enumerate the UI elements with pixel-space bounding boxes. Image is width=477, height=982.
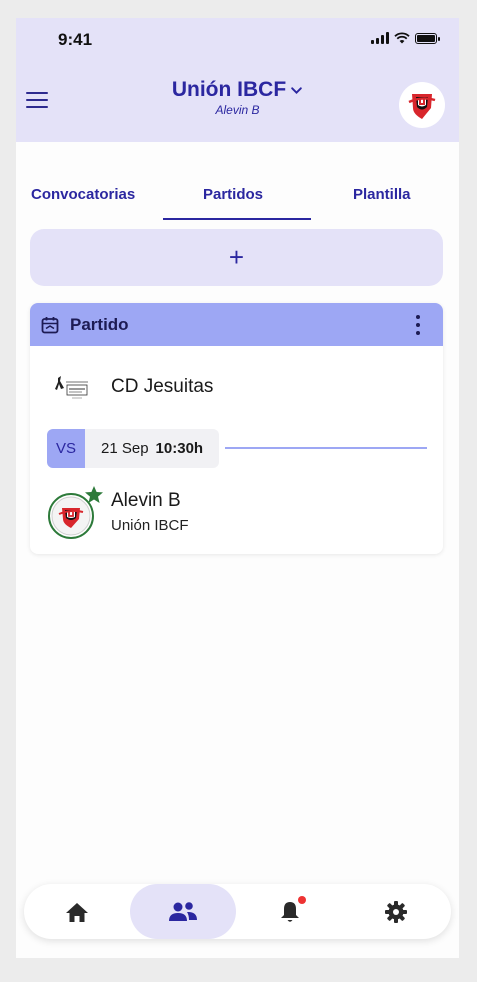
team-subtitle: Alevin B bbox=[215, 103, 260, 117]
team-name: Unión IBCF bbox=[171, 78, 287, 101]
bell-icon bbox=[281, 901, 299, 922]
signal-icon bbox=[371, 32, 389, 44]
home-team: Alevin B Unión IBCF bbox=[46, 486, 426, 545]
favorite-star-icon bbox=[85, 486, 103, 503]
match-time: 10:30h bbox=[155, 439, 204, 457]
phone-screen: 9:41 Unión IBCF Alevin B Convocatorias P… bbox=[16, 18, 459, 958]
match-datetime-row: VS 21 Sep 10:30h bbox=[47, 428, 427, 468]
more-options-icon[interactable] bbox=[415, 315, 421, 335]
tab-plantilla[interactable]: Plantilla bbox=[353, 186, 411, 203]
tab-bar: Convocatorias Partidos Plantilla bbox=[16, 180, 459, 222]
club-avatar[interactable] bbox=[399, 82, 445, 128]
vs-badge: VS bbox=[47, 428, 85, 468]
status-icons bbox=[371, 32, 440, 44]
add-match-button[interactable]: + bbox=[30, 229, 443, 286]
home-icon bbox=[66, 902, 88, 922]
home-club-name: Unión IBCF bbox=[111, 517, 189, 534]
match-card-header: Partido bbox=[30, 303, 443, 346]
nav-home[interactable] bbox=[24, 884, 130, 939]
home-team-name: Alevin B bbox=[111, 490, 181, 511]
match-datetime: 21 Sep 10:30h bbox=[85, 428, 220, 468]
chevron-down-icon bbox=[291, 86, 302, 94]
app-header: 9:41 Unión IBCF Alevin B bbox=[16, 18, 459, 142]
calendar-icon bbox=[41, 316, 59, 333]
bottom-navigation bbox=[24, 884, 451, 939]
tab-partidos[interactable]: Partidos bbox=[203, 186, 263, 203]
nav-settings[interactable] bbox=[343, 884, 449, 939]
divider-line bbox=[225, 447, 427, 449]
club-logo-icon bbox=[408, 94, 436, 119]
opponent-team: CD Jesuitas bbox=[30, 369, 443, 405]
team-icon bbox=[169, 901, 197, 921]
notification-badge bbox=[298, 896, 306, 904]
wifi-icon bbox=[394, 32, 410, 44]
nav-notifications[interactable] bbox=[237, 884, 343, 939]
match-card[interactable]: Partido CD Jesuitas VS 21 Sep 10:30h Ale… bbox=[30, 303, 443, 554]
opponent-logo-icon bbox=[55, 376, 88, 399]
team-selector[interactable]: Unión IBCF Alevin B bbox=[16, 78, 459, 117]
battery-icon bbox=[415, 33, 440, 44]
opponent-name: CD Jesuitas bbox=[111, 376, 214, 397]
gear-icon bbox=[385, 900, 407, 923]
active-tab-indicator bbox=[163, 218, 311, 220]
match-card-title: Partido bbox=[70, 314, 129, 334]
match-date: 21 Sep bbox=[101, 439, 149, 457]
nav-team[interactable] bbox=[130, 884, 236, 939]
status-time: 9:41 bbox=[58, 30, 93, 49]
tab-convocatorias[interactable]: Convocatorias bbox=[31, 186, 135, 203]
